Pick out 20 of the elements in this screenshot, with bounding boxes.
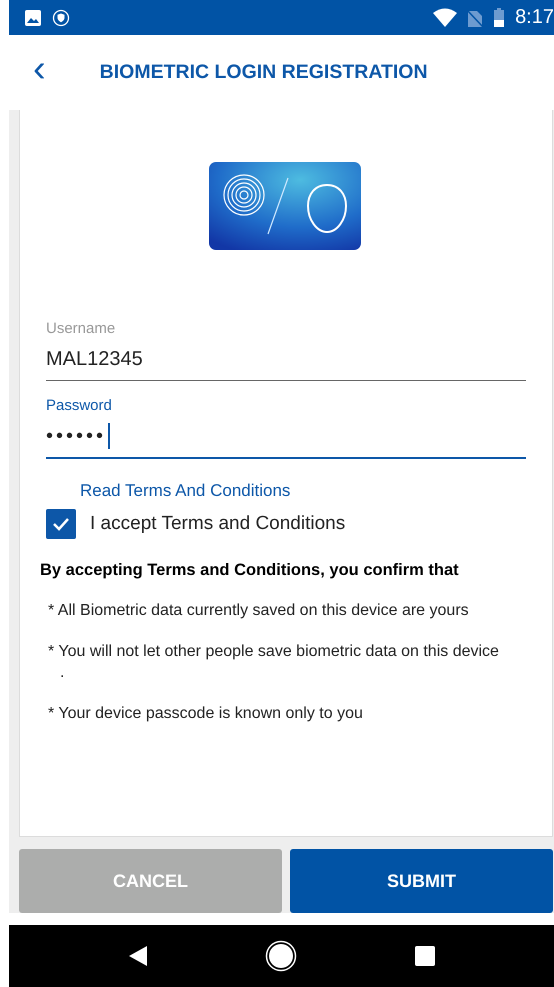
terms-link[interactable]: Read Terms And Conditions: [80, 481, 526, 501]
checkbox[interactable]: [46, 509, 76, 539]
status-time: 8:17: [515, 6, 554, 29]
shield-icon: [52, 8, 70, 26]
back-button[interactable]: ‹: [9, 50, 60, 96]
recents-nav-icon[interactable]: [415, 946, 436, 966]
notice-text: By accepting Terms and Conditions, you confirm that: [40, 561, 460, 580]
home-nav-icon[interactable]: [265, 940, 298, 972]
bullet-text: * Your device passcode is known only to you: [48, 704, 364, 724]
checkbox-label: I accept Terms and Conditions: [90, 513, 346, 535]
battery-icon: [493, 8, 506, 28]
image-icon: [24, 8, 42, 26]
back-nav-icon[interactable]: [128, 945, 148, 967]
text-field[interactable]: Username MAL12345: [46, 320, 526, 381]
text-field[interactable]: Password ••••••: [46, 397, 526, 459]
submit-button[interactable]: SUBMIT: [290, 849, 553, 913]
wifi-icon: [433, 8, 458, 28]
bullet-text: * All Biometric data currently saved on this device are yours: [48, 601, 470, 621]
page-title: BIOMETRIC LOGIN REGISTRATION: [100, 61, 428, 84]
bullet-text: * You will not let other people save biometric data on this device .: [48, 642, 500, 683]
